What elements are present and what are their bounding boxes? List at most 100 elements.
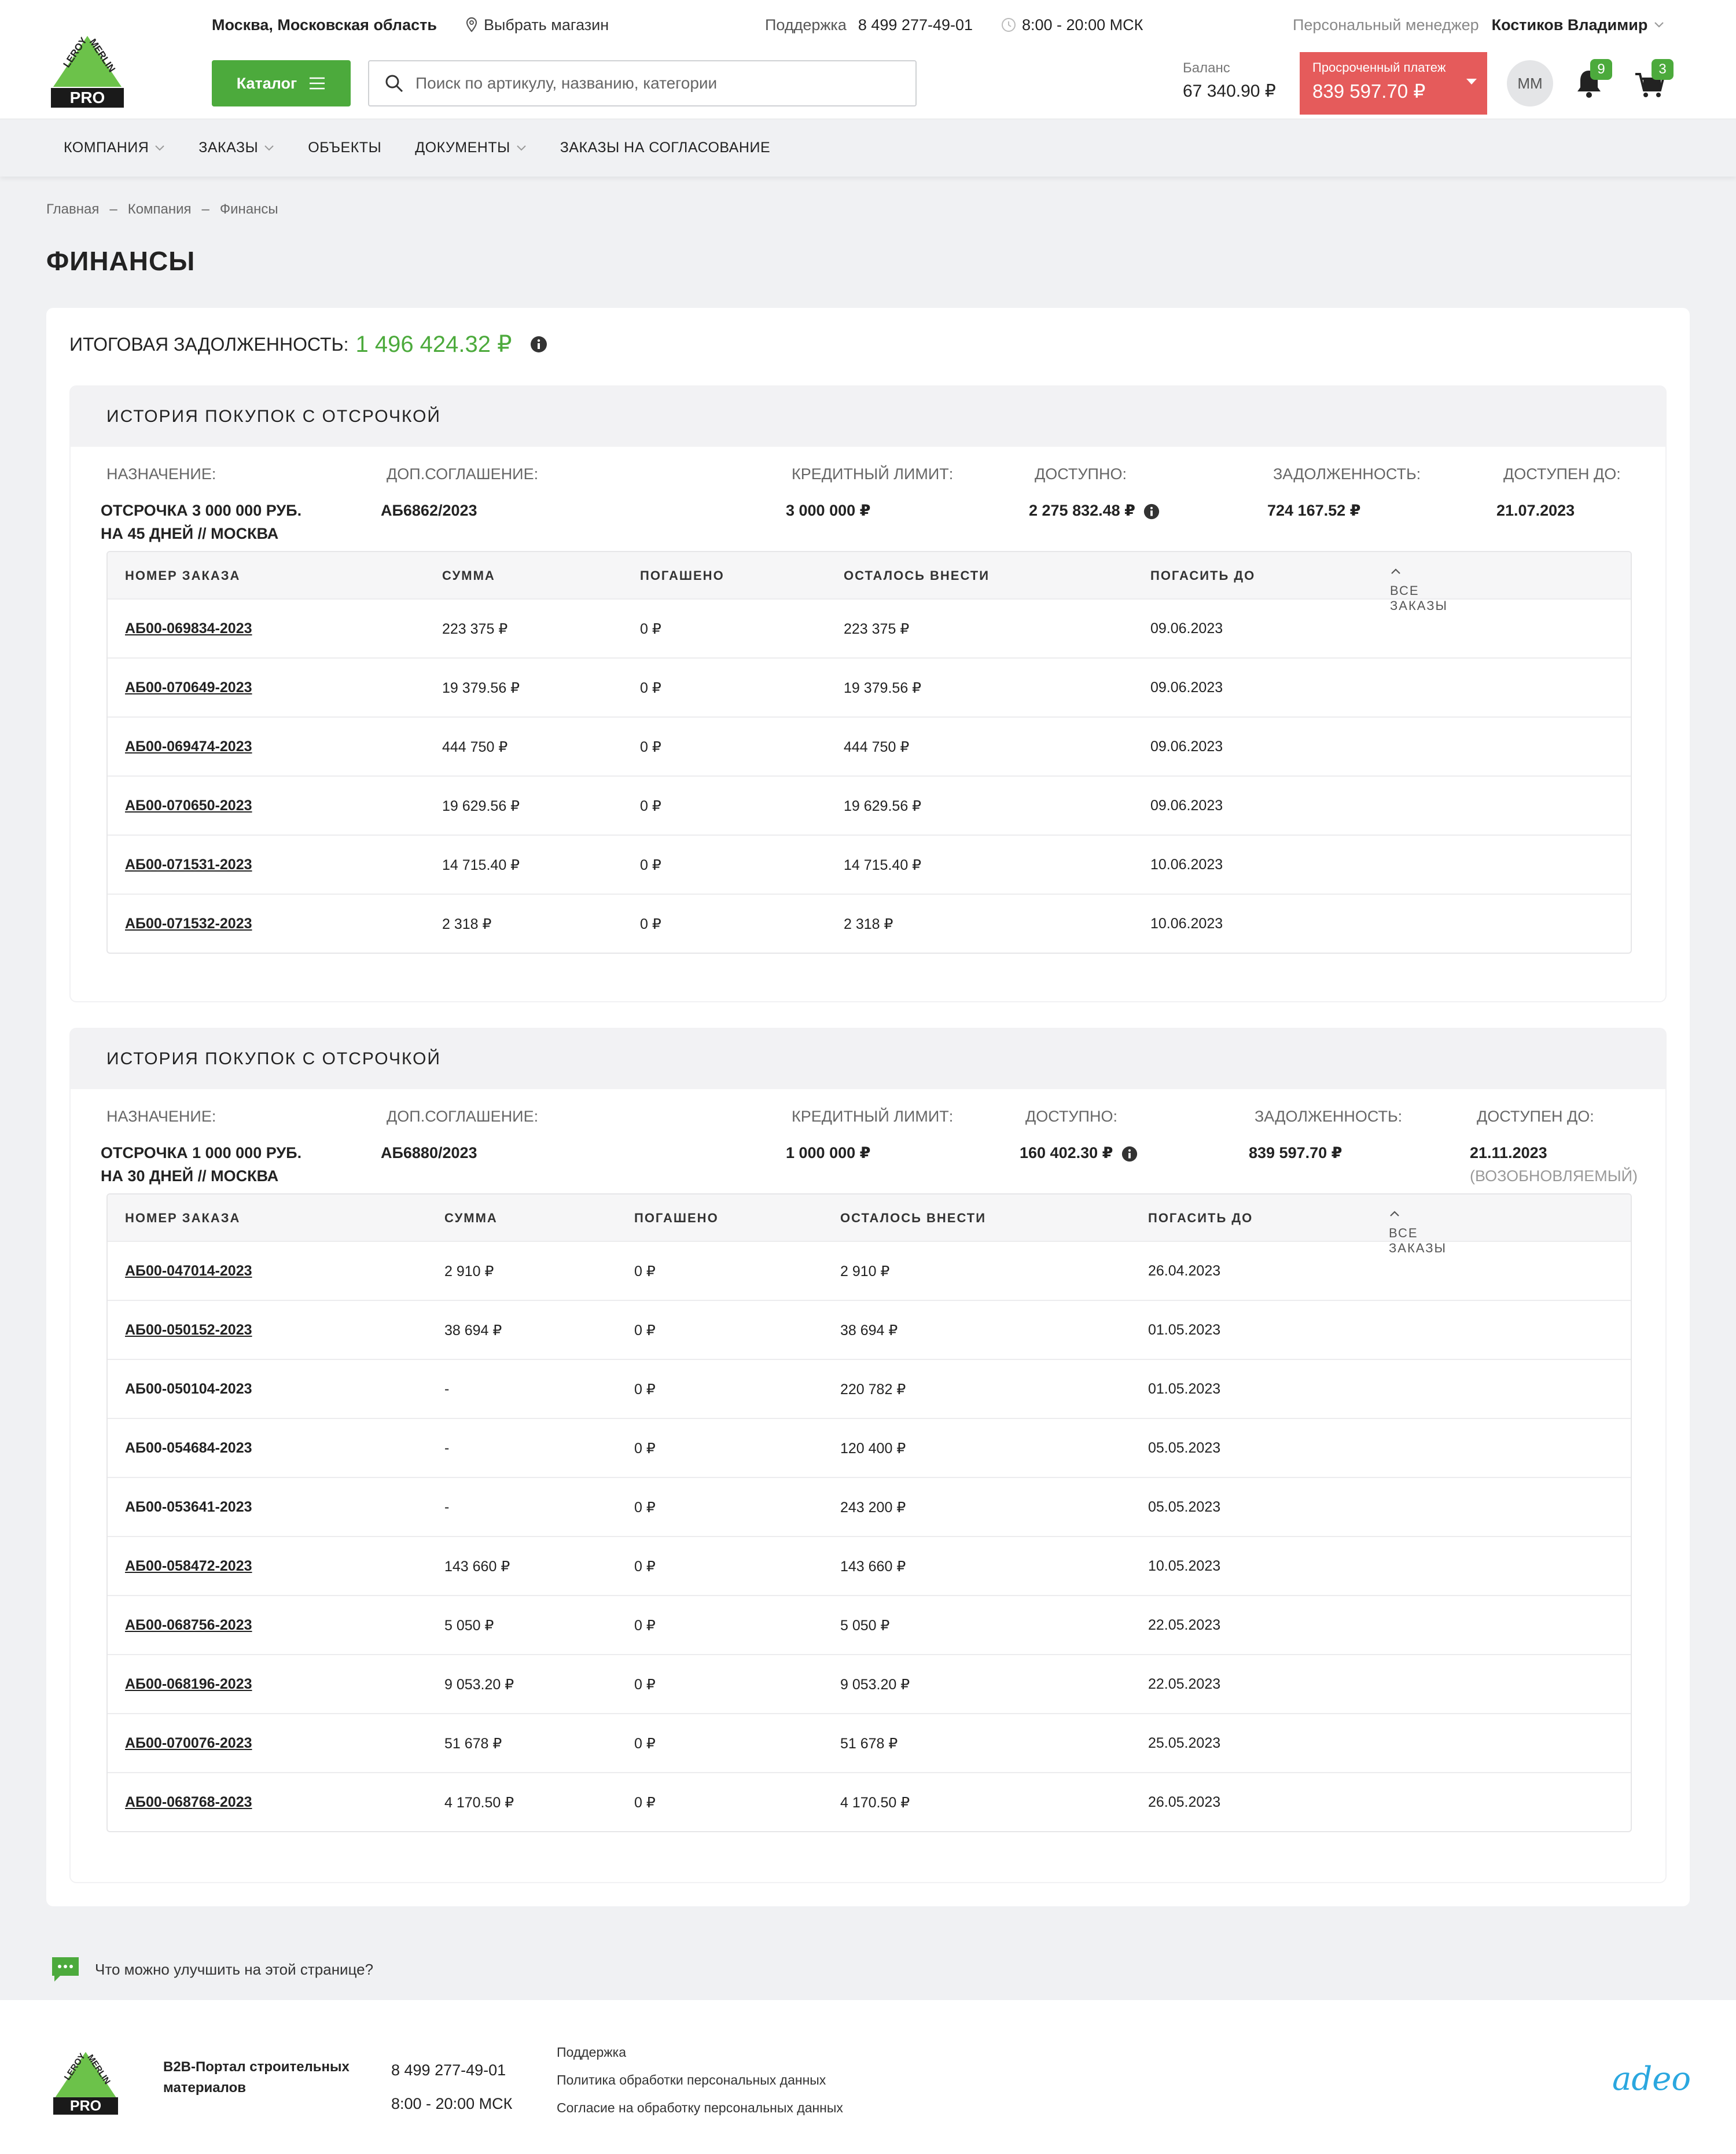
footer-link-support[interactable]: Поддержка: [557, 2038, 843, 2066]
purpose-line: ОТСРОЧКА 1 000 000 РУБ.: [101, 1144, 302, 1161]
agreement-value: АБ6880/2023: [381, 1144, 477, 1161]
section-meta-labels: НАЗНАЧЕНИЕ: ДОП.СОГЛАШЕНИЕ: КРЕДИТНЫЙ ЛИ…: [71, 447, 1665, 487]
order-sum: -: [444, 1381, 450, 1397]
order-sum: 2 910 ₽: [444, 1263, 494, 1280]
avatar[interactable]: ММ: [1507, 60, 1553, 106]
order-paid: 0 ₽: [634, 1558, 656, 1575]
debt-label: ЗАДОЛЖЕННОСТЬ:: [1255, 1108, 1403, 1125]
orders-table-body: АБ00-047014-2023 2 910 ₽ 0 ₽ 2 910 ₽ 26.04.2…: [108, 1241, 1631, 1831]
caret-down-icon: [1466, 79, 1477, 84]
chevron-down-icon: [264, 145, 274, 150]
credit-limit-value: 3 000 000 ₽: [786, 502, 871, 519]
adeo-logo[interactable]: adeo: [1612, 2060, 1691, 2098]
section-meta-labels: НАЗНАЧЕНИЕ: ДОП.СОГЛАШЕНИЕ: КРЕДИТНЫЙ ЛИ…: [71, 1089, 1665, 1130]
order-sum: 14 715.40 ₽: [442, 857, 520, 873]
order-remaining: 243 200 ₽: [840, 1499, 906, 1516]
nav-item-documents[interactable]: ДОКУМЕНТЫ: [415, 139, 527, 156]
order-due-date: 09.06.2023: [1150, 797, 1223, 814]
logo-pro-label: PRO: [51, 88, 124, 108]
main-nav: КОМПАНИЯ ЗАКАЗЫ ОБЪЕКТЫ ДОКУМЕНТЫ ЗАКАЗЫ…: [0, 119, 1736, 177]
cart-badge: 3: [1652, 59, 1674, 80]
info-icon[interactable]: [1143, 503, 1160, 520]
nav-item-company[interactable]: КОМПАНИЯ: [64, 139, 165, 156]
breadcrumb-home[interactable]: Главная: [46, 201, 99, 218]
footer-link-consent[interactable]: Согласие на обработку персональных данны…: [557, 2094, 843, 2122]
purpose-label: НАЗНАЧЕНИЕ:: [106, 1108, 216, 1125]
breadcrumb-current: Финансы: [219, 201, 278, 217]
breadcrumb-company[interactable]: Компания: [128, 201, 192, 218]
all-orders-toggle[interactable]: ВСЕ ЗАКАЗЫ: [1390, 567, 1447, 613]
support-phone[interactable]: 8 499 277-49-01: [858, 15, 973, 35]
leroy-merlin-pro-logo[interactable]: LEROY MERLIN PRO: [51, 34, 124, 108]
order-sum: 143 660 ₽: [444, 1558, 510, 1575]
table-row: АБ00-070076-2023 51 678 ₽ 0 ₽ 51 678 ₽ 25.05…: [108, 1713, 1631, 1772]
nav-item-objects[interactable]: ОБЪЕКТЫ: [308, 139, 381, 156]
menu-icon: [310, 77, 325, 90]
order-due-date: 25.05.2023: [1148, 1735, 1221, 1751]
cart-button[interactable]: 3: [1633, 59, 1674, 103]
city-selector[interactable]: Москва, Московская область: [212, 15, 437, 35]
purpose-line: ОТСРОЧКА 3 000 000 РУБ.: [101, 502, 302, 519]
search-input[interactable]: [415, 74, 890, 93]
footer-phone[interactable]: 8 499 277-49-01: [391, 2053, 512, 2087]
notifications-button[interactable]: 9: [1572, 59, 1612, 103]
order-sum: -: [444, 1499, 450, 1515]
order-number-link[interactable]: АБ00-069834-2023: [125, 620, 252, 637]
section-meta-values: ОТСРОЧКА 1 000 000 РУБ. НА 30 ДНЕЙ // МО…: [71, 1130, 1665, 1193]
order-number-link[interactable]: АБ00-070650-2023: [125, 797, 252, 814]
footer-title-line: материалов: [163, 2080, 246, 2096]
nav-item-approval-orders[interactable]: ЗАКАЗЫ НА СОГЛАСОВАНИЕ: [560, 139, 770, 156]
order-number-link[interactable]: АБ00-058472-2023: [125, 1558, 252, 1575]
table-row: АБ00-070649-2023 19 379.56 ₽ 0 ₽ 19 379.56 …: [108, 657, 1631, 716]
order-number-link[interactable]: АБ00-071532-2023: [125, 916, 252, 932]
order-remaining: 19 629.56 ₽: [844, 798, 922, 814]
footer-link-privacy-policy[interactable]: Политика обработки персональных данных: [557, 2066, 843, 2094]
feedback-link[interactable]: Что можно улучшить на этой странице?: [51, 1956, 373, 1983]
nav-item-orders[interactable]: ЗАКАЗЫ: [198, 139, 274, 156]
order-number-link[interactable]: АБ00-070076-2023: [125, 1735, 252, 1752]
order-number-link[interactable]: АБ00-050152-2023: [125, 1322, 252, 1339]
overdue-payment-button[interactable]: Просроченный платеж 839 597.70 ₽: [1300, 52, 1487, 115]
catalog-button[interactable]: Каталог: [212, 60, 351, 106]
leroy-merlin-pro-logo[interactable]: LEROY MERLIN PRO: [53, 2050, 118, 2115]
table-row: АБ00-047014-2023 2 910 ₽ 0 ₽ 2 910 ₽ 26.04.2…: [108, 1241, 1631, 1300]
search-icon: [385, 75, 403, 93]
order-remaining: 14 715.40 ₽: [844, 857, 922, 873]
order-sum: 19 379.56 ₽: [442, 680, 520, 696]
order-sum: 9 053.20 ₽: [444, 1677, 514, 1693]
order-remaining: 4 170.50 ₽: [840, 1795, 910, 1811]
footer-hours: 8:00 - 20:00 МСК: [391, 2095, 513, 2112]
order-number-link[interactable]: АБ00-068756-2023: [125, 1617, 252, 1634]
all-orders-toggle[interactable]: ВСЕ ЗАКАЗЫ: [1389, 1210, 1446, 1255]
info-icon[interactable]: [1121, 1145, 1138, 1163]
logo-triangle-icon: LEROY MERLIN: [53, 35, 122, 87]
debt-value: 724 167.52 ₽: [1267, 502, 1361, 519]
order-paid: 0 ₽: [640, 621, 661, 637]
order-number-link[interactable]: АБ00-068768-2023: [125, 1794, 252, 1811]
info-icon[interactable]: [529, 335, 548, 354]
catalog-button-label: Каталог: [236, 74, 297, 92]
overdue-value: 839 597.70 ₽: [1312, 80, 1426, 102]
debt-label: ЗАДОЛЖЕННОСТЬ:: [1273, 465, 1421, 483]
store-selector[interactable]: Выбрать магазин: [465, 15, 609, 35]
order-number-link[interactable]: АБ00-068196-2023: [125, 1676, 252, 1693]
table-row: АБ00-068756-2023 5 050 ₽ 0 ₽ 5 050 ₽ 22.05.2…: [108, 1595, 1631, 1654]
personal-manager[interactable]: Персональный менеджер Костиков Владимир: [1293, 15, 1665, 35]
order-number-link[interactable]: АБ00-047014-2023: [125, 1263, 252, 1280]
order-number-link[interactable]: АБ00-070649-2023: [125, 679, 252, 696]
available-amount: 160 402.30 ₽: [1020, 1144, 1113, 1161]
search-box[interactable]: [368, 60, 917, 106]
total-debt-amount: 1 496 424.32 ₽: [355, 332, 512, 357]
agreement-label: ДОП.СОГЛАШЕНИЕ:: [387, 1108, 539, 1125]
order-paid: 0 ₽: [640, 857, 661, 873]
order-number-link[interactable]: АБ00-069474-2023: [125, 738, 252, 755]
order-due-date: 05.05.2023: [1148, 1440, 1221, 1456]
nav-item-label: ЗАКАЗЫ НА СОГЛАСОВАНИЕ: [560, 139, 771, 156]
order-due-date: 09.06.2023: [1150, 679, 1223, 696]
order-number-link[interactable]: АБ00-071531-2023: [125, 857, 252, 873]
chevron-down-icon: [1654, 22, 1664, 28]
balance-value: 67 340.90 ₽: [1183, 82, 1276, 101]
footer-links: Поддержка Политика обработки персональны…: [557, 2038, 843, 2122]
breadcrumb-separator: –: [109, 201, 117, 217]
order-remaining: 9 053.20 ₽: [840, 1677, 910, 1693]
